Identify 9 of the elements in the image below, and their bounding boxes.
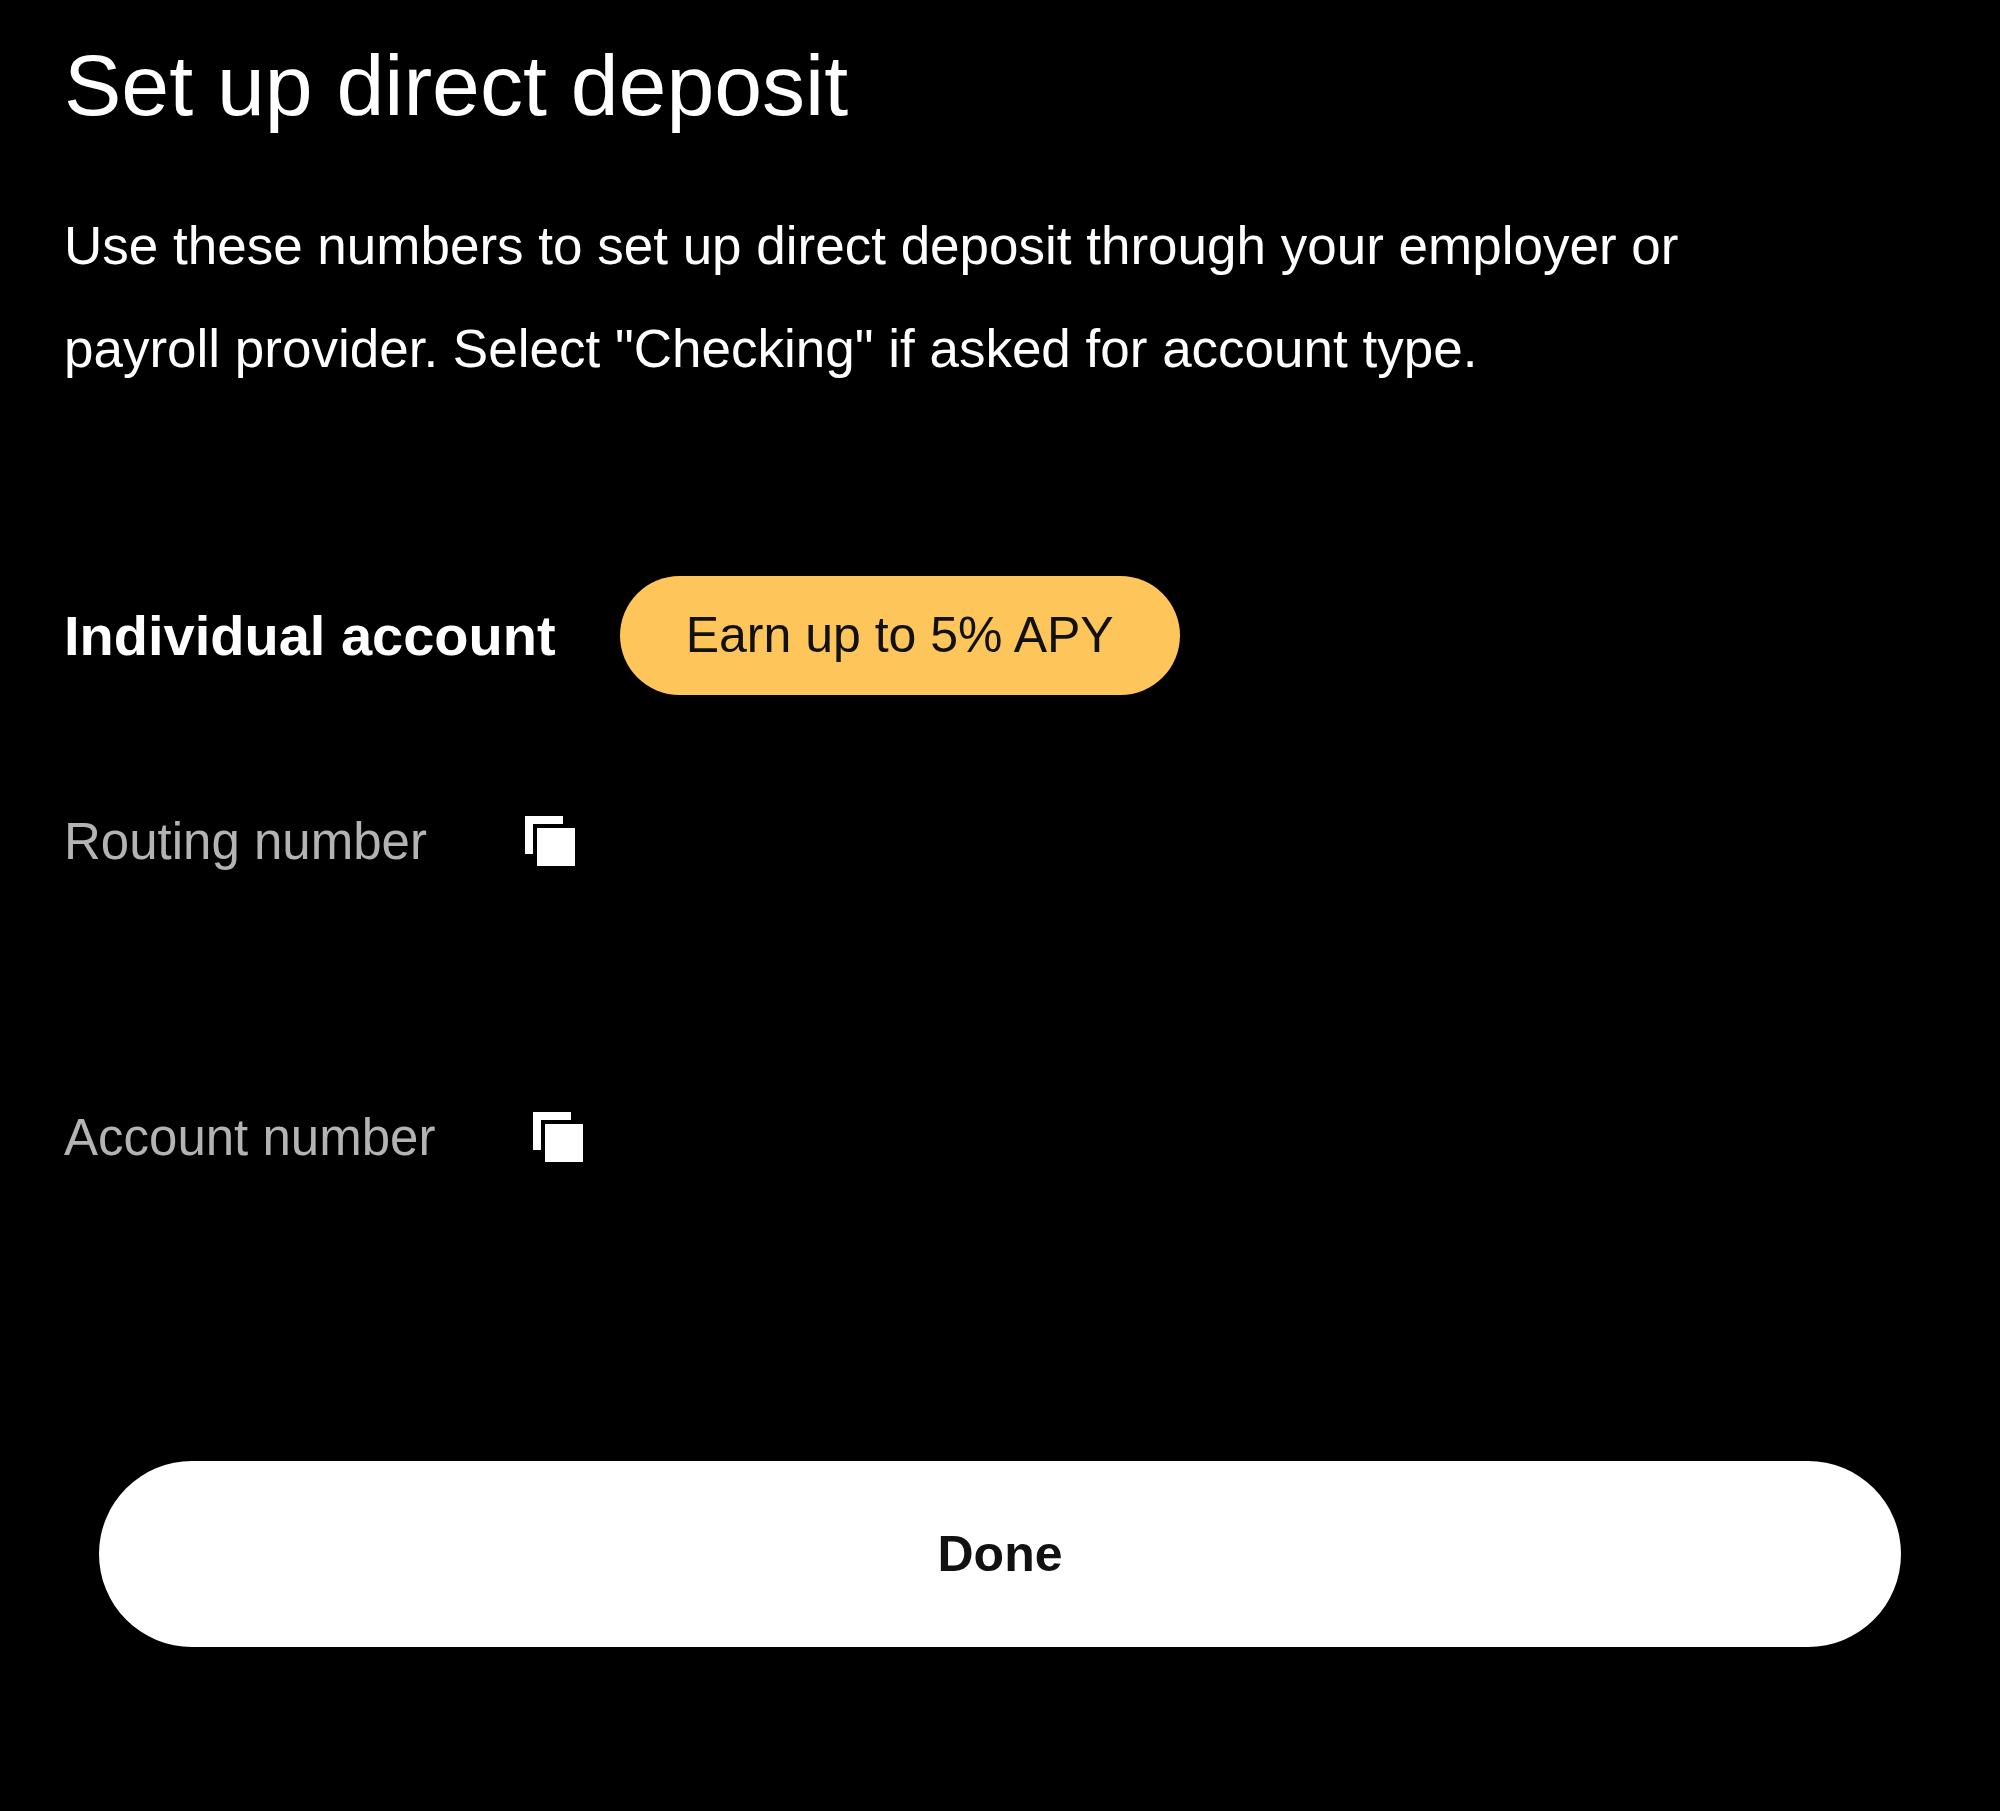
copy-icon[interactable] [522,814,577,868]
description-text: Use these numbers to set up direct deposit through your employer or payroll provider. Select "Checking" if asked for account type. [64,215,1680,380]
field-label: Routing number [64,811,427,871]
account-heading: Individual account [64,602,556,668]
apy-badge: Earn up to 5% APY [619,575,1180,695]
copy-icon[interactable] [531,1110,586,1164]
dialog-title: Set up direct deposit [64,36,849,135]
done-button[interactable]: Done [99,1461,1901,1647]
field-label: Account number [64,1107,436,1167]
